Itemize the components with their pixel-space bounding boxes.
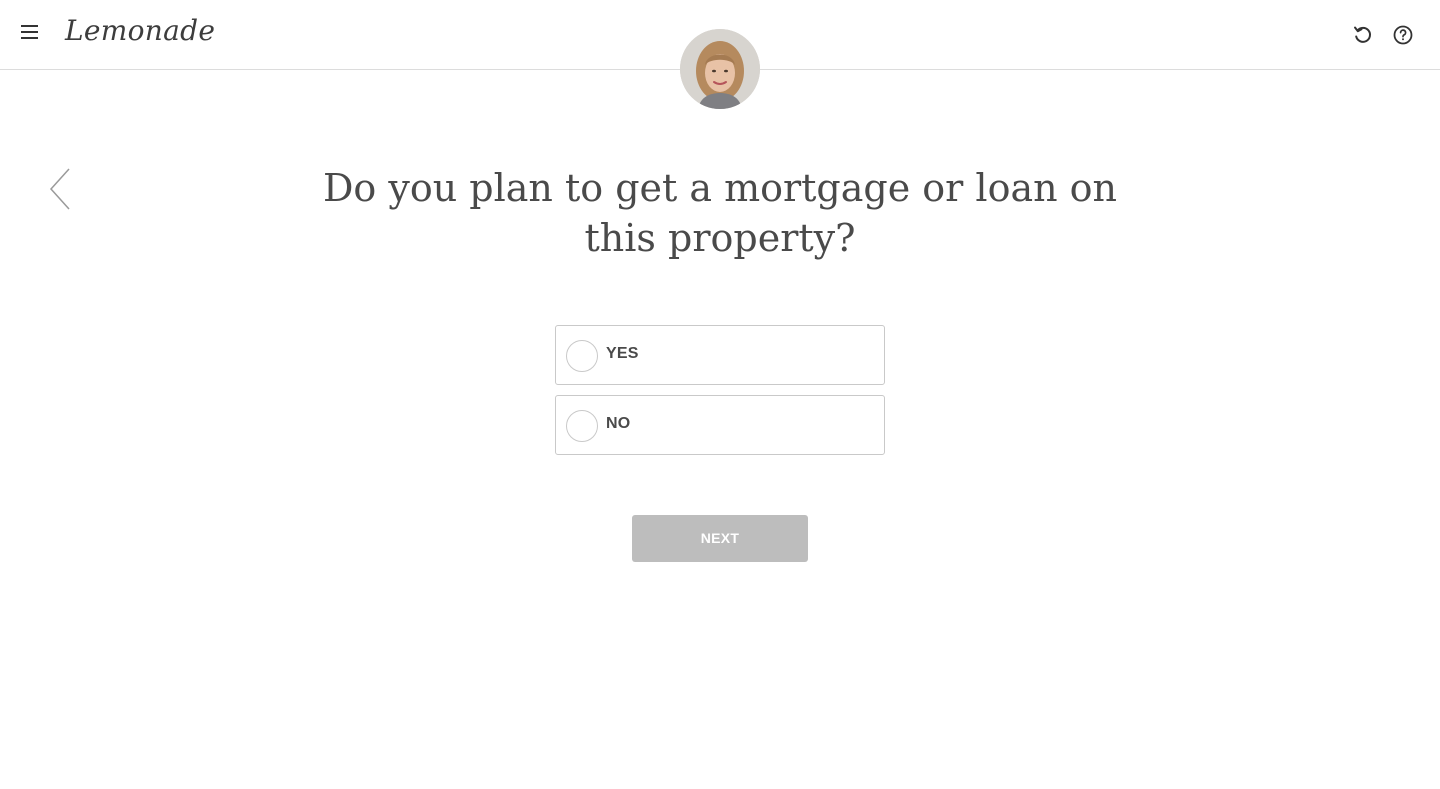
option-yes[interactable]: YES (555, 325, 885, 385)
next-button[interactable]: NEXT (632, 515, 808, 562)
option-no[interactable]: NO (555, 395, 885, 455)
radio-circle[interactable] (566, 410, 598, 442)
restart-icon[interactable] (1352, 24, 1374, 46)
question-title: Do you plan to get a mortgage or loan on… (322, 166, 1118, 260)
back-arrow-icon[interactable] (47, 166, 73, 212)
hamburger-menu-icon[interactable] (20, 25, 40, 45)
option-label: YES (606, 345, 639, 362)
option-label: NO (606, 415, 631, 432)
help-icon[interactable] (1392, 24, 1414, 46)
lemonade-logo[interactable]: Lemonade (65, 14, 215, 47)
assistant-avatar (680, 29, 760, 109)
radio-circle[interactable] (566, 340, 598, 372)
